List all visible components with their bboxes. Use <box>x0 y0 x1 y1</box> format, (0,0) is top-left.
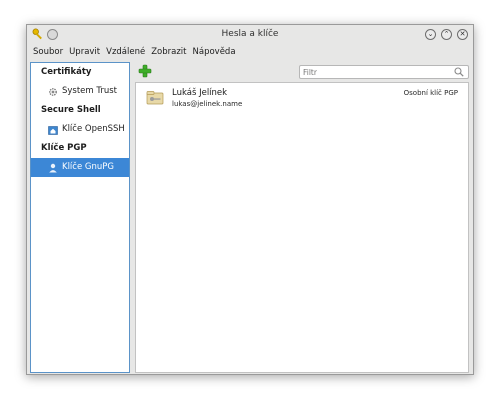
main-panel: Lukáš Jelínek lukas@jelinek.name Osobní … <box>134 62 470 373</box>
sidebar-item-gnupg-keys[interactable]: Klíče GnuPG <box>31 158 129 177</box>
plus-icon[interactable] <box>138 64 152 78</box>
app-window: Hesla a klíče ⌄ ⌃ ✕ Soubor Upravit Vzdál… <box>26 24 474 375</box>
sidebar-item-label: System Trust <box>62 86 117 96</box>
menu-remote[interactable]: Vzdálené <box>106 45 148 59</box>
sidebar-item-label: Klíče OpenSSH <box>62 124 125 134</box>
filter-input[interactable] <box>299 65 469 79</box>
key-icon <box>146 91 164 105</box>
menu-help[interactable]: Nápověda <box>193 45 239 59</box>
key-type: Osobní klíč PGP <box>403 89 458 97</box>
menu-file[interactable]: Soubor <box>33 45 66 59</box>
sidebar: Certifikáty System Trust Secure Shell Kl… <box>30 62 130 373</box>
gear-icon <box>49 87 57 96</box>
key-owner-name: Lukáš Jelínek <box>172 88 228 98</box>
window-title: Hesla a klíče <box>221 29 279 39</box>
menu-view[interactable]: Zobrazit <box>151 45 189 59</box>
close-button[interactable]: ✕ <box>457 29 468 40</box>
sidebar-item-system-trust[interactable]: System Trust <box>31 82 129 101</box>
menu-bar: Soubor Upravit Vzdálené Zobrazit Nápověd… <box>33 45 242 59</box>
list-item[interactable]: Lukáš Jelínek lukas@jelinek.name Osobní … <box>136 85 468 111</box>
minimize-button[interactable]: ⌄ <box>425 29 436 40</box>
home-folder-icon <box>48 125 58 135</box>
menu-edit[interactable]: Upravit <box>69 45 103 59</box>
sidebar-header-certificates: Certifikáty <box>41 67 92 77</box>
title-bar[interactable]: Hesla a klíče ⌄ ⌃ ✕ <box>27 25 473 45</box>
maximize-button[interactable]: ⌃ <box>441 29 452 40</box>
sidebar-item-openssh-keys[interactable]: Klíče OpenSSH <box>31 120 129 139</box>
sidebar-item-label: Klíče GnuPG <box>62 162 114 172</box>
magnifier-icon[interactable] <box>454 67 464 77</box>
person-icon <box>49 163 57 172</box>
key-owner-email: lukas@jelinek.name <box>172 100 243 108</box>
keys-list: Lukáš Jelínek lukas@jelinek.name Osobní … <box>135 82 469 373</box>
sidebar-header-pgp-keys: Klíče PGP <box>41 143 87 153</box>
sidebar-header-secure-shell: Secure Shell <box>41 105 101 115</box>
